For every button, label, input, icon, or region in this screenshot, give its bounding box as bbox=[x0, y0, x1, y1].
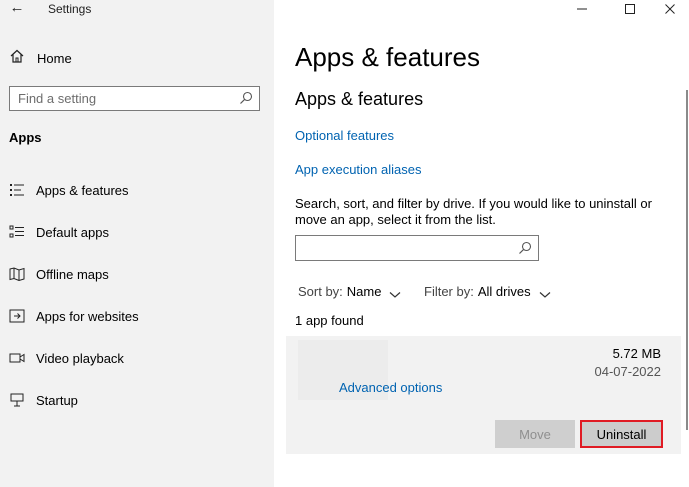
sidebar-item-label: Default apps bbox=[36, 224, 109, 240]
description-text: Search, sort, and filter by drive. If yo… bbox=[295, 196, 652, 227]
sidebar-item-startup[interactable]: Startup bbox=[8, 389, 78, 411]
sort-value: Name bbox=[346, 283, 382, 299]
sidebar-item-label: Offline maps bbox=[36, 266, 109, 282]
default-apps-icon bbox=[8, 224, 26, 240]
sidebar-item-label: Apps for websites bbox=[36, 308, 139, 324]
app-execution-aliases-link[interactable]: App execution aliases bbox=[295, 162, 421, 177]
maximize-icon[interactable] bbox=[612, 0, 648, 18]
sidebar-item-apps-for-websites[interactable]: Apps for websites bbox=[8, 305, 139, 327]
section-title: Apps & features bbox=[295, 89, 424, 109]
apps-for-websites-icon bbox=[8, 308, 26, 324]
sort-dropdown[interactable]: Sort by: Name bbox=[298, 282, 401, 300]
search-icon[interactable] bbox=[518, 241, 532, 255]
video-playback-icon bbox=[8, 350, 26, 366]
sidebar-item-label: Home bbox=[37, 50, 72, 66]
chevron-down-icon bbox=[389, 287, 401, 298]
sidebar: ← Settings Home Apps Apps & features Def… bbox=[0, 0, 274, 487]
chevron-down-icon bbox=[539, 287, 551, 298]
page-title: Apps & features bbox=[295, 42, 480, 72]
sidebar-item-default-apps[interactable]: Default apps bbox=[8, 221, 109, 243]
sidebar-item-offline-maps[interactable]: Offline maps bbox=[8, 263, 109, 285]
app-list-search bbox=[295, 235, 539, 261]
sidebar-section-title: Apps bbox=[9, 130, 42, 145]
sidebar-item-label: Startup bbox=[36, 392, 78, 408]
close-icon[interactable] bbox=[652, 0, 688, 18]
app-count: 1 app found bbox=[295, 313, 364, 328]
sidebar-item-label: Video playback bbox=[36, 350, 124, 366]
app-search-input[interactable] bbox=[296, 236, 511, 260]
main-content: Apps & features Apps & features Optional… bbox=[274, 0, 689, 487]
apps-features-icon bbox=[8, 182, 26, 198]
offline-maps-icon bbox=[8, 266, 26, 282]
sidebar-item-home[interactable]: Home bbox=[9, 48, 72, 68]
uninstall-button[interactable]: Uninstall bbox=[580, 420, 663, 448]
find-setting-input[interactable] bbox=[10, 87, 220, 110]
scrollbar[interactable] bbox=[686, 90, 688, 430]
advanced-options-link[interactable]: Advanced options bbox=[339, 380, 442, 395]
app-size: 5.72 MB bbox=[612, 346, 661, 361]
filter-label: Filter by: bbox=[424, 283, 474, 299]
window-title: Settings bbox=[48, 2, 92, 16]
app-list-item[interactable]: 5.72 MB 04-07-2022 Advanced options Move… bbox=[286, 336, 681, 454]
sidebar-item-apps-features[interactable]: Apps & features bbox=[8, 179, 129, 201]
search-icon[interactable] bbox=[239, 91, 253, 105]
app-install-date: 04-07-2022 bbox=[594, 364, 662, 379]
sidebar-item-label: Apps & features bbox=[36, 182, 129, 198]
filter-dropdown[interactable]: Filter by: All drives bbox=[424, 282, 551, 300]
minimize-icon[interactable] bbox=[564, 0, 600, 18]
startup-icon bbox=[8, 392, 26, 408]
optional-features-link[interactable]: Optional features bbox=[295, 128, 394, 143]
sort-label: Sort by: bbox=[298, 283, 343, 299]
home-icon bbox=[9, 48, 25, 69]
back-arrow-icon[interactable]: ← bbox=[6, 0, 28, 18]
move-button[interactable]: Move bbox=[495, 420, 575, 448]
find-setting-search bbox=[9, 86, 260, 111]
sidebar-item-video-playback[interactable]: Video playback bbox=[8, 347, 124, 369]
filter-value: All drives bbox=[477, 283, 531, 299]
